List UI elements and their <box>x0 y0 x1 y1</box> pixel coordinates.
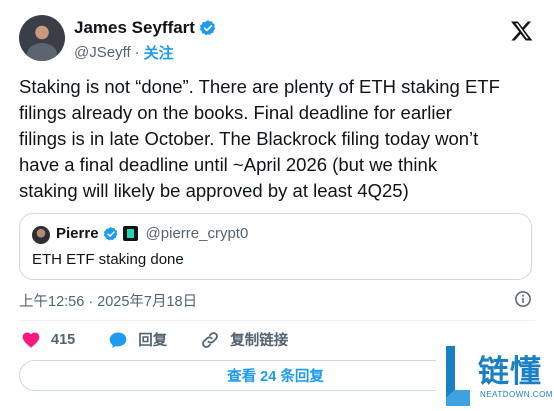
watermark: 链懂 NEATDOWN.COM <box>436 340 554 411</box>
quote-text: ETH ETF staking done <box>32 251 184 268</box>
link-icon <box>202 331 219 348</box>
copy-link-button[interactable]: 复制链接 <box>200 329 288 350</box>
reply-label: 回复 <box>138 333 168 349</box>
quote-author-name: Pierre <box>56 225 99 242</box>
author-handle[interactable]: @JSeyff <box>74 44 131 61</box>
tweet-timestamp[interactable]: 上午12:56 · 2025年7月18日 <box>19 290 197 311</box>
author-handle-row: @JSeyff · 关注 <box>74 42 174 63</box>
divider <box>19 320 535 321</box>
author-name-row: James Seyffart <box>74 18 217 38</box>
author-name[interactable]: James Seyffart <box>74 18 195 38</box>
quoted-tweet[interactable]: Pierre @pierre_crypt0 ETH ETF staking do… <box>19 213 532 280</box>
reply-bubble-icon <box>109 332 127 348</box>
reply-button[interactable]: 回复 <box>108 329 167 350</box>
info-icon[interactable] <box>514 290 532 308</box>
watermark-logo <box>446 346 470 406</box>
like-button[interactable]: 415 <box>21 330 75 350</box>
verified-badge-icon <box>103 226 118 240</box>
author-avatar[interactable] <box>19 15 65 61</box>
action-bar: 415 回复 复制链接 <box>21 329 321 350</box>
handle-separator: · <box>134 44 140 61</box>
like-count: 415 <box>51 331 76 348</box>
follow-button[interactable]: 关注 <box>144 42 174 63</box>
watermark-brand: 链懂 <box>478 354 542 390</box>
tweet-text: Staking is not “done”. There are plenty … <box>19 76 500 201</box>
x-logo-icon[interactable] <box>510 19 534 43</box>
quote-author-row: Pierre @pierre_crypt0 <box>56 225 248 242</box>
tweet-card: James Seyffart @JSeyff · 关注 Staking is n… <box>0 0 554 411</box>
quote-author-handle: @pierre_crypt0 <box>145 225 249 242</box>
watermark-site: NEATDOWN.COM <box>480 390 553 399</box>
heart-icon <box>22 332 40 348</box>
affiliate-badge-icon <box>122 226 138 241</box>
verified-badge-icon <box>199 20 216 36</box>
quote-author-avatar <box>32 226 50 244</box>
copy-link-label: 复制链接 <box>230 333 289 349</box>
